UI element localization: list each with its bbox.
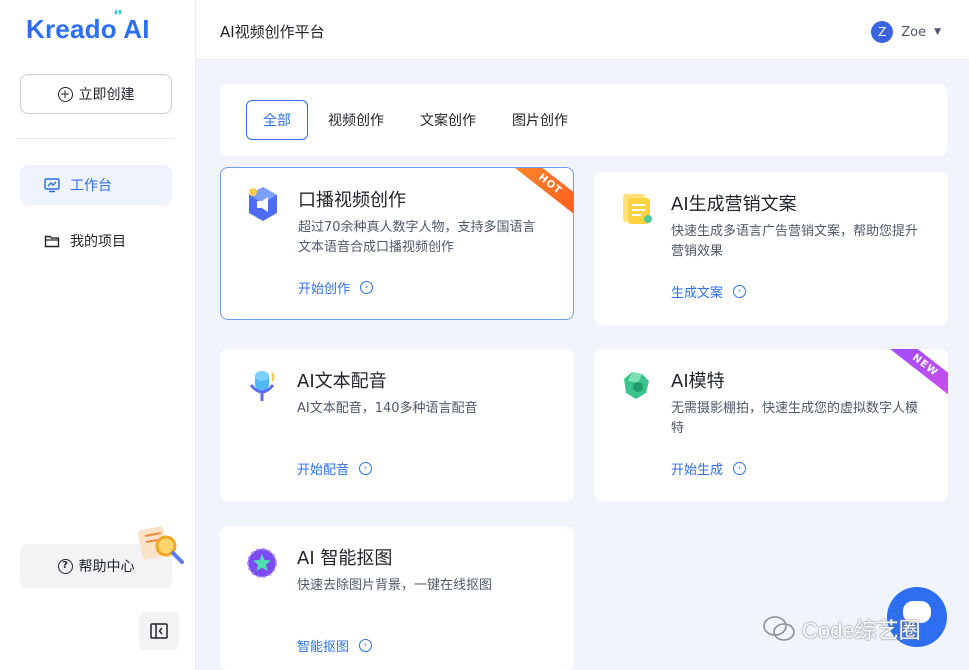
card-title: AI文本配音	[297, 371, 387, 392]
sidebar-item-label: 我的项目	[70, 234, 126, 250]
sidebar-collapse-icon	[150, 623, 168, 639]
folder-icon	[44, 235, 60, 248]
hot-badge: HOT	[509, 168, 573, 219]
help-magnifier-illustration	[137, 526, 184, 564]
card-title: AI模特	[671, 371, 725, 392]
card-description: 快速生成多语言广告营销文案，帮助您提升营销效果	[671, 224, 919, 259]
sidebar-item-workbench[interactable]: 工作台	[20, 165, 172, 205]
tab-all[interactable]: 全部	[246, 100, 308, 140]
create-now-button[interactable]: + 立即创建	[20, 74, 172, 114]
wechat-icon	[763, 616, 795, 641]
logo-spark-icon: ❛❜	[114, 8, 123, 22]
arrow-right-circle-icon: ›	[359, 462, 373, 475]
start-dubbing-link[interactable]: 开始配音 ›	[297, 459, 373, 478]
generate-copy-link[interactable]: 生成文案 ›	[671, 282, 747, 301]
document-icon	[623, 194, 652, 224]
card-smart-cutout[interactable]: AI 智能抠图 快速去除图片背景，一键在线抠图 智能抠图 ›	[220, 526, 574, 670]
card-description: 快速去除图片背景，一键在线抠图	[297, 578, 493, 593]
new-badge: NEW	[884, 349, 948, 400]
model-icon	[624, 372, 649, 399]
arrow-right-circle-icon: ›	[359, 639, 373, 652]
main-content: 全部 视频创作 文案创作 图片创作 口播视频创作 超过70余种真人数字人物，支持…	[196, 60, 969, 670]
card-description: 无需摄影棚拍，快速生成您的虚拟数字人模特	[671, 401, 919, 436]
category-tabs: 全部 视频创作 文案创作 图片创作	[220, 84, 947, 156]
help-center-label: 帮助中心	[78, 559, 135, 575]
user-menu[interactable]: Z Zoe ▼	[871, 21, 941, 43]
user-name: Zoe	[901, 24, 927, 40]
caret-down-icon: ▼	[934, 27, 941, 37]
card-description: AI文本配音，140多种语言配音	[297, 401, 478, 416]
smart-cutout-link[interactable]: 智能抠图 ›	[297, 636, 373, 655]
microphone-icon	[249, 371, 275, 401]
card-title: 口播视频创作	[298, 190, 406, 211]
plus-circle-icon: +	[57, 86, 73, 102]
cutout-icon	[247, 548, 277, 578]
top-header: AI视频创作平台 Z Zoe ▼	[196, 0, 969, 60]
create-now-label: 立即创建	[78, 87, 135, 103]
page-title: AI视频创作平台	[220, 23, 325, 41]
arrow-right-circle-icon: ›	[733, 462, 747, 475]
arrow-right-circle-icon: ›	[733, 285, 747, 298]
tab-video-creation[interactable]: 视频创作	[320, 100, 392, 140]
sidebar-item-label: 工作台	[70, 178, 112, 194]
watermark: Code综艺圈	[762, 613, 921, 645]
sidebar-divider	[16, 138, 174, 139]
start-generate-link[interactable]: 开始生成 ›	[671, 459, 747, 478]
avatar: Z	[871, 21, 894, 43]
card-title: AI 智能抠图	[297, 548, 393, 569]
monitor-chart-icon	[44, 178, 60, 193]
collapse-sidebar-button[interactable]	[139, 612, 179, 650]
tab-copy-creation[interactable]: 文案创作	[412, 100, 484, 140]
tab-image-creation[interactable]: 图片创作	[504, 100, 576, 140]
sidebar-item-my-projects[interactable]: 我的项目	[20, 221, 172, 261]
arrow-right-circle-icon: ›	[360, 281, 374, 294]
card-marketing-copy[interactable]: AI生成营销文案 快速生成多语言广告营销文案，帮助您提升营销效果 生成文案 ›	[594, 172, 948, 325]
card-talking-video[interactable]: 口播视频创作 超过70余种真人数字人物，支持多国语言文本语音合成口播视频创作 开…	[220, 167, 574, 320]
card-text-to-speech[interactable]: AI文本配音 AI文本配音，140多种语言配音 开始配音 ›	[220, 349, 574, 501]
card-description: 超过70余种真人数字人物，支持多国语言文本语音合成口播视频创作	[298, 220, 536, 255]
card-ai-model[interactable]: AI模特 无需摄影棚拍，快速生成您的虚拟数字人模特 开始生成 › NEW	[594, 349, 948, 501]
brand-logo[interactable]: Kreado AI ❛❜	[26, 8, 150, 45]
question-circle-icon: ?	[57, 558, 73, 574]
video-speaker-icon	[249, 187, 277, 221]
card-title: AI生成营销文案	[671, 194, 797, 215]
start-create-link[interactable]: 开始创作 ›	[298, 278, 374, 297]
sidebar: Kreado AI ❛❜ + 立即创建 工作台 我的项目 ? 帮助中心	[0, 0, 196, 670]
